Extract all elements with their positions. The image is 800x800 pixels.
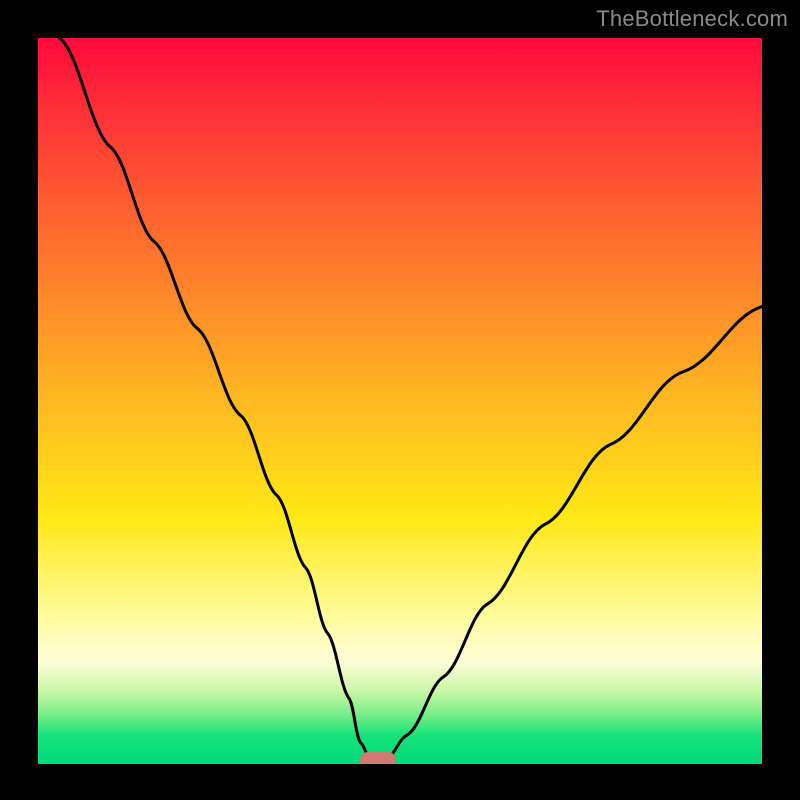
bottleneck-curve	[38, 38, 762, 764]
curve-path	[60, 38, 762, 760]
minimum-marker	[360, 752, 396, 764]
plot-area	[38, 38, 762, 764]
chart-frame: TheBottleneck.com	[0, 0, 800, 800]
watermark-text: TheBottleneck.com	[596, 6, 788, 32]
